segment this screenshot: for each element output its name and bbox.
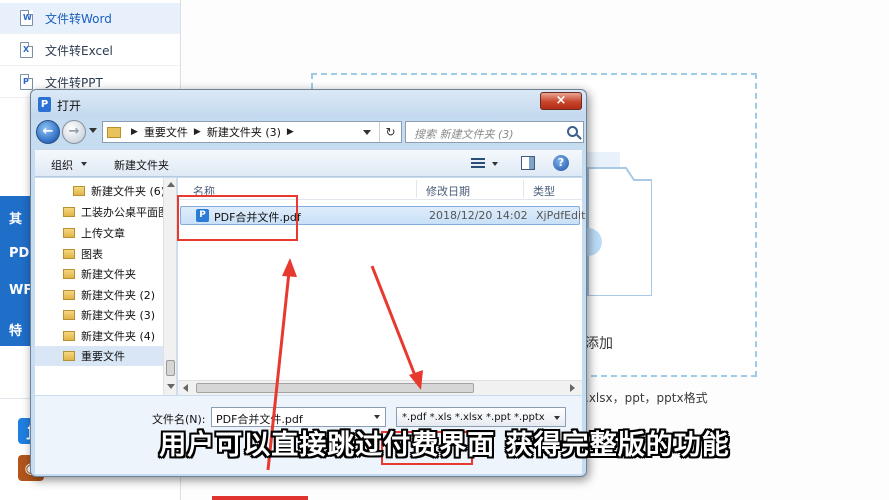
chevron-down-icon[interactable] <box>81 162 87 166</box>
app-logo-icon: P <box>38 97 51 112</box>
file-date: 2018/12/20 14:02 <box>429 209 528 222</box>
word-file-icon: W <box>20 10 33 26</box>
chevron-down-icon[interactable] <box>492 162 498 166</box>
band-item-wps[interactable]: WF <box>9 283 32 298</box>
scrollbar-thumb[interactable] <box>166 360 175 376</box>
file-type: XjPdfEdit <box>536 209 586 222</box>
band-item-pdf[interactable]: PD <box>9 246 29 261</box>
back-button[interactable]: ← <box>36 120 60 144</box>
tree-item-label: 重要文件 <box>81 350 125 363</box>
column-type[interactable]: 类型 <box>533 183 555 199</box>
breadcrumb-segment[interactable]: 新建文件夹 (3) <box>207 124 281 140</box>
tree-scrollbar[interactable] <box>163 178 176 395</box>
scroll-left-icon[interactable] <box>183 384 188 392</box>
tree-item[interactable]: 图表 <box>35 244 163 264</box>
sidebar-item-label: 文件转Excel <box>45 43 113 58</box>
chevron-down-icon[interactable] <box>374 415 380 419</box>
tree-item-label: 新建文件夹 (6) <box>91 185 166 198</box>
tree-item-selected[interactable]: 重要文件 <box>35 346 163 366</box>
video-subtitle: 用户可以直接跳过付费界面 获得完整版的功能 <box>159 430 730 461</box>
folder-icon <box>63 249 75 259</box>
folder-icon <box>63 228 75 238</box>
tree-item-label: 上传文章 <box>81 227 125 240</box>
folder-icon <box>63 269 75 279</box>
sidebar-item-to-excel[interactable]: X 文件转Excel <box>0 35 180 66</box>
excel-file-icon: X <box>20 42 33 58</box>
tree-item[interactable]: 新建文件夹 <box>35 264 163 284</box>
drop-zone-hint: 添加 <box>585 336 613 352</box>
folder-icon <box>63 331 75 341</box>
ppt-file-icon: P <box>20 74 33 90</box>
screen: W 文件转Word X 文件转Excel P 文件转PPT 其 PD WF 特 … <box>0 0 889 500</box>
view-options-icon[interactable] <box>471 158 485 169</box>
tree-item-label: 新建文件夹 <box>81 268 136 281</box>
forward-button[interactable]: → <box>62 120 86 144</box>
help-icon[interactable]: ? <box>553 155 569 171</box>
tree-item[interactable]: 新建文件夹 (3) <box>35 305 163 325</box>
folder-tree: 新建文件夹 (6) 工装办公桌平面图 上传文章 图表 新建文件夹 新建文件夹 (… <box>35 178 177 395</box>
breadcrumb-segment[interactable]: 重要文件 <box>144 124 188 140</box>
dialog-title: 打开 <box>57 99 82 113</box>
scroll-down-icon[interactable] <box>167 384 175 389</box>
folder-icon <box>63 290 75 300</box>
sidebar-item-label: 文件转PPT <box>45 75 103 90</box>
band-item-other[interactable]: 其 <box>9 208 22 227</box>
chevron-right-icon[interactable]: ▶ <box>287 127 294 137</box>
scrollbar-thumb[interactable] <box>196 383 474 393</box>
tree-item-label: 新建文件夹 (2) <box>81 289 156 302</box>
supported-formats-text: .xlsx，ppt，pptx格式 <box>585 391 708 405</box>
tree-item[interactable]: 新建文件夹 (2) <box>35 285 163 305</box>
band-item-special[interactable]: 特 <box>9 320 22 339</box>
highlight-box-file <box>177 195 298 241</box>
chevron-right-icon[interactable]: ▶ <box>131 127 138 137</box>
refresh-button[interactable]: ↻ <box>379 122 401 142</box>
tree-item[interactable]: 新建文件夹 (6) <box>35 181 166 201</box>
new-folder-button[interactable]: 新建文件夹 <box>114 157 169 173</box>
folder-icon <box>63 310 75 320</box>
tree-item-label: 图表 <box>81 248 103 261</box>
tree-item-label: 新建文件夹 (3) <box>81 309 156 322</box>
tree-item-label: 工装办公桌平面图 <box>81 206 169 219</box>
column-divider[interactable] <box>416 180 417 198</box>
dialog-toolbar: 组织 新建文件夹 ? <box>35 149 582 177</box>
chevron-right-icon[interactable]: ▶ <box>194 127 201 137</box>
search-input[interactable]: 搜索 新建文件夹 (3) <box>405 121 584 143</box>
column-date[interactable]: 修改日期 <box>426 183 470 199</box>
sidebar-item-label: 文件转Word <box>45 11 112 26</box>
folder-icon <box>63 351 75 361</box>
scroll-up-icon[interactable] <box>167 182 175 187</box>
tree-item-label: 新建文件夹 (4) <box>81 330 156 343</box>
search-placeholder: 搜索 新建文件夹 (3) <box>414 128 514 141</box>
folder-icon <box>73 186 85 196</box>
navigation-row: ← → ▶ 重要文件 ▶ 新建文件夹 (3) ▶ ↻ 搜索 新建文件夹 (3) <box>36 120 584 146</box>
preview-pane-icon[interactable] <box>521 156 535 170</box>
tree-item[interactable]: 上传文章 <box>35 223 163 243</box>
tree-item[interactable]: 新建文件夹 (4) <box>35 326 163 346</box>
sidebar-item-to-word[interactable]: W 文件转Word <box>0 3 180 34</box>
tree-item[interactable]: 工装办公桌平面图 <box>35 202 169 222</box>
filetype-value: *.pdf *.xls *.xlsx *.ppt *.pptx <box>402 412 545 423</box>
recent-locations-dropdown[interactable] <box>89 128 97 133</box>
dialog-title-bar[interactable]: P 打开 × <box>31 90 586 118</box>
search-icon[interactable] <box>567 126 578 137</box>
chevron-down-icon[interactable] <box>554 416 560 420</box>
open-file-dialog: P 打开 × ← → ▶ 重要文件 ▶ 新建文件夹 (3) ▶ ↻ 搜索 新建文… <box>30 89 587 477</box>
column-divider[interactable] <box>523 180 524 198</box>
address-dropdown-icon[interactable] <box>363 130 371 135</box>
close-button[interactable]: × <box>540 92 582 110</box>
organize-button[interactable]: 组织 <box>51 157 73 173</box>
red-marker <box>212 496 308 500</box>
scroll-right-icon[interactable] <box>570 384 575 392</box>
horizontal-scrollbar[interactable] <box>178 380 582 395</box>
address-bar[interactable]: ▶ 重要文件 ▶ 新建文件夹 (3) ▶ ↻ <box>102 121 402 143</box>
folder-icon <box>63 207 75 217</box>
folder-icon <box>107 126 121 138</box>
